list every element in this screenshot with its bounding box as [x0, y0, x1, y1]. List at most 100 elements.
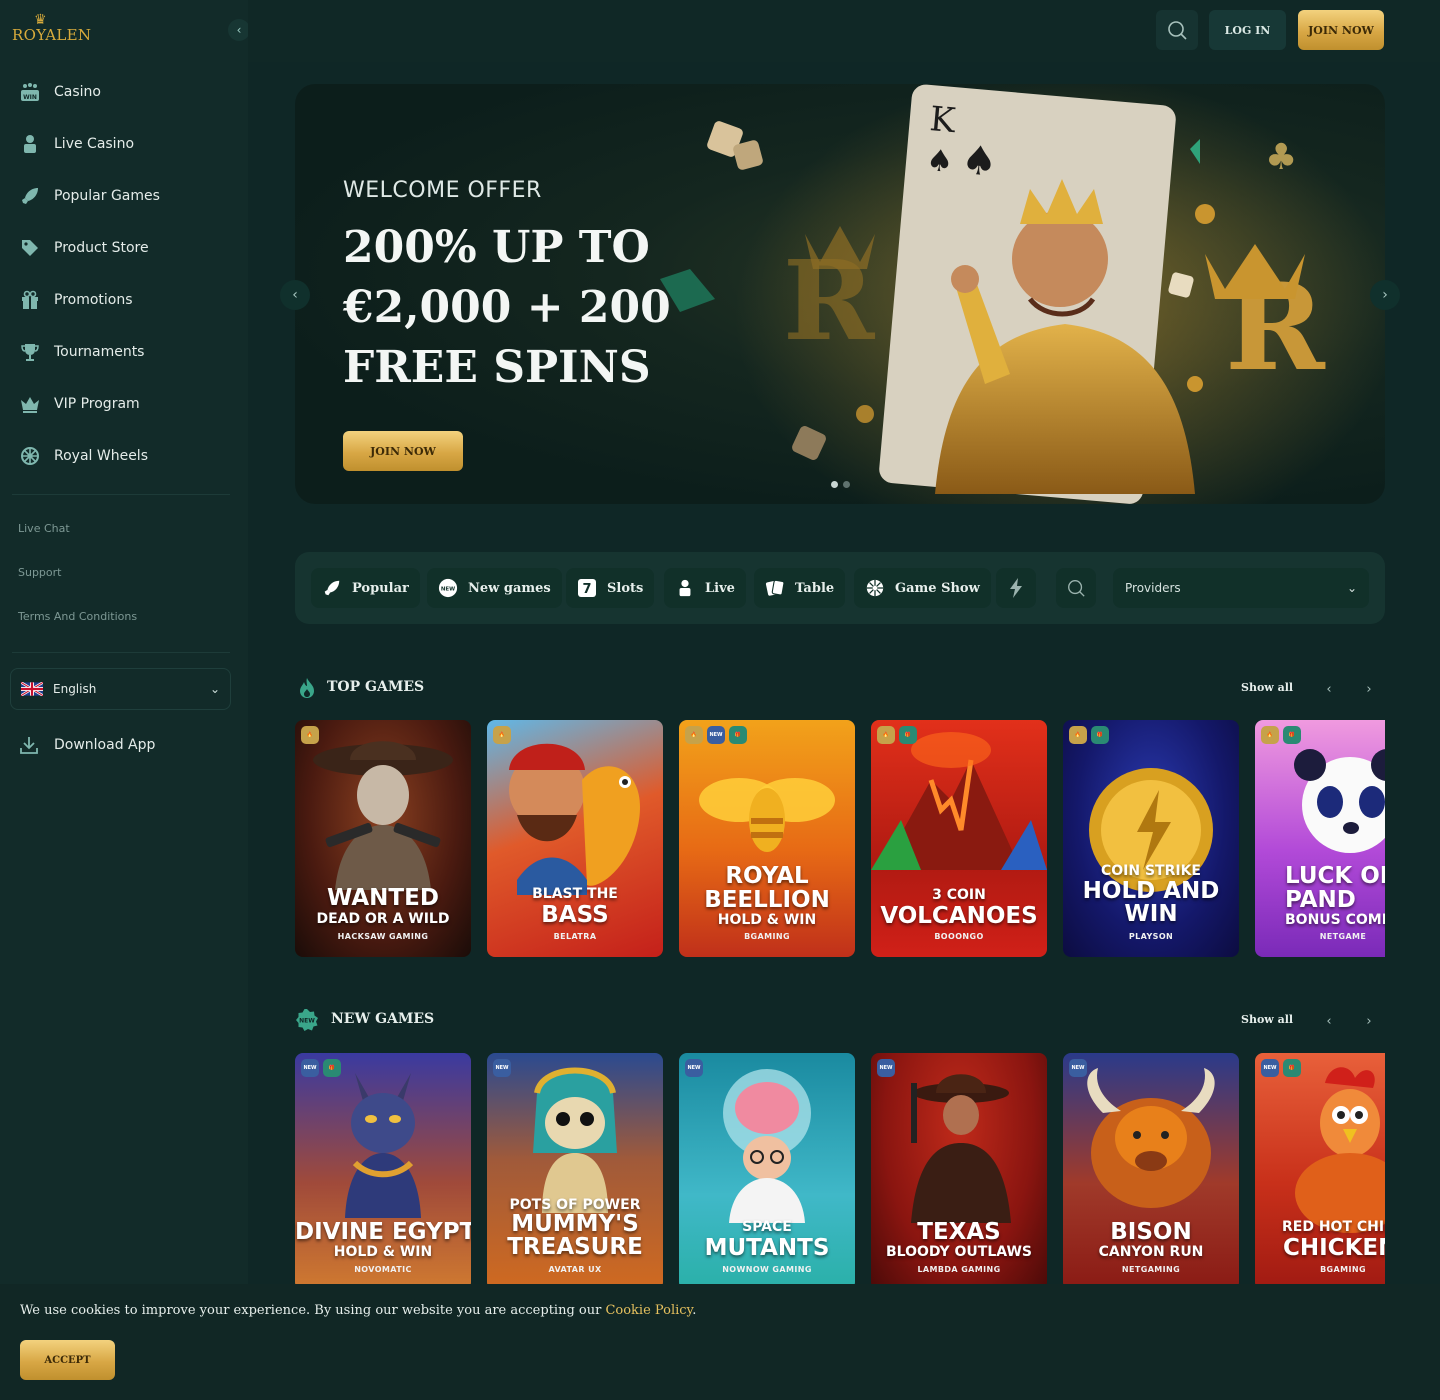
filter-search-button[interactable] — [1056, 568, 1096, 608]
sidebar-item-live-casino[interactable]: Live Casino — [0, 118, 248, 170]
new-games-row: NEW 🎁 DIVINE EGYPT HOLD & WIN NOVOMATIC … — [295, 1053, 1385, 1284]
cookie-policy-link[interactable]: Cookie Policy — [605, 1303, 692, 1318]
new-games-header: NEW NEW GAMES Show all ‹ › — [295, 1008, 1385, 1034]
game-card[interactable]: NEW TEXAS BLOODY OUTLAWS LAMBDA GAMING — [871, 1053, 1047, 1284]
new-badge-icon: NEW — [296, 1009, 318, 1031]
top-games-header: TOP GAMES Show all ‹ › — [295, 676, 1385, 702]
new-games-next[interactable]: › — [1357, 1009, 1381, 1033]
collapse-sidebar-button[interactable]: ‹ — [228, 19, 250, 41]
filter-table[interactable]: Table — [754, 568, 846, 608]
filter-popular[interactable]: Popular — [311, 568, 420, 608]
top-games-prev[interactable]: ‹ — [1317, 677, 1341, 701]
svg-text:WIN: WIN — [23, 94, 37, 101]
game-card[interactable]: 🔥 🎁 3 COIN VOLCANOES BOOONGO — [871, 720, 1047, 957]
hero-join-button[interactable]: JOIN NOW — [343, 431, 463, 471]
login-button[interactable]: LOG IN — [1209, 10, 1286, 50]
flame-icon — [300, 678, 314, 698]
sidebar-item-casino[interactable]: WIN Casino — [0, 66, 248, 118]
search-icon — [1168, 21, 1187, 40]
top-games-next[interactable]: › — [1357, 677, 1381, 701]
header-search-button[interactable] — [1156, 10, 1198, 50]
game-card[interactable]: 🔥 🎁 COIN STRIKE HOLD AND WIN PLAYSON — [1063, 720, 1239, 957]
hero-prev-button[interactable]: ‹ — [280, 280, 310, 310]
sidebar-item-royal-wheels[interactable]: Royal Wheels — [0, 430, 248, 482]
providers-dropdown[interactable]: Providers ⌄ — [1113, 568, 1369, 608]
search-icon — [1068, 580, 1085, 597]
new-badge: NEW — [1261, 1059, 1279, 1077]
chevron-down-icon: ⌄ — [209, 682, 220, 696]
new-games-show-all[interactable]: Show all — [1241, 1013, 1293, 1026]
wheel-icon — [865, 578, 885, 598]
sidebar-item-product-store[interactable]: Product Store — [0, 222, 248, 274]
card-badges: 🔥 🎁 — [877, 726, 917, 744]
game-card[interactable]: 🔥 NEW 🎁 ROYAL BEELLION HOLD & WIN BGAMIN… — [679, 720, 855, 957]
game-card[interactable]: NEW 🎁 DIVINE EGYPT HOLD & WIN NOVOMATIC — [295, 1053, 471, 1284]
hero-kicker: WELCOME OFFER — [343, 178, 542, 203]
top-games-show-all[interactable]: Show all — [1241, 681, 1293, 694]
game-card[interactable]: NEW 🎁 RED HOT CHIL CHICKEN BGAMING — [1255, 1053, 1385, 1284]
gift-badge: 🎁 — [899, 726, 917, 744]
new-games-prev[interactable]: ‹ — [1317, 1009, 1341, 1033]
new-badge: NEW — [877, 1059, 895, 1077]
top-games-row: 🔥 WANTED DEAD OR A WILD HACKSAW GAMING 🔥… — [295, 720, 1385, 957]
slot-seven-icon: 7 — [577, 578, 597, 598]
svg-text:7: 7 — [582, 582, 591, 597]
game-card[interactable]: NEW BISON CANYON RUN NETGAMING — [1063, 1053, 1239, 1284]
card-badges: NEW 🎁 — [1261, 1059, 1301, 1077]
accept-cookies-button[interactable]: ACCEPT — [20, 1340, 115, 1380]
hero-banner[interactable]: K ♠ ♠ R R ♣ WELCOME OFFER 200% UP TO €2,… — [295, 84, 1385, 504]
new-badge: NEW — [1069, 1059, 1087, 1077]
game-card[interactable]: NEW SPACE MUTANTS NOWNOW GAMING — [679, 1053, 855, 1284]
card-badges: 🔥 — [493, 726, 511, 744]
lightning-icon — [1010, 578, 1022, 598]
language-label: English — [53, 682, 97, 696]
terms-link[interactable]: Terms And Conditions — [18, 600, 137, 644]
sidebar-item-tournaments[interactable]: Tournaments — [0, 326, 248, 378]
card-badges: 🔥 🎁 — [1069, 726, 1109, 744]
card-badges: 🔥 🎁 — [1261, 726, 1301, 744]
sidebar-item-promotions[interactable]: Promotions — [0, 274, 248, 326]
download-app-link[interactable]: Download App — [18, 734, 155, 756]
royalen-logo[interactable]: ♛ ROYALEN — [12, 12, 91, 48]
filter-new-games[interactable]: NEW New games — [427, 568, 562, 608]
sidebar: ♛ ROYALEN ‹ WIN Casino Live Casino Popul… — [0, 0, 250, 1400]
join-now-button[interactable]: JOIN NOW — [1298, 10, 1384, 50]
carousel-dot[interactable] — [831, 481, 838, 488]
card-badges: NEW — [493, 1059, 511, 1077]
svg-text:♣: ♣ — [1265, 137, 1297, 178]
sidebar-item-vip-program[interactable]: VIP Program — [0, 378, 248, 430]
filter-slots[interactable]: 7 Slots — [566, 568, 655, 608]
carousel-dot[interactable] — [843, 481, 850, 488]
filter-live[interactable]: Live — [664, 568, 746, 608]
cookie-message: We use cookies to improve your experienc… — [20, 1303, 697, 1318]
hero-headline: 200% UP TO €2,000 + 200 FREE SPINS — [343, 222, 671, 393]
hot-badge: 🔥 — [493, 726, 511, 744]
gift-badge: 🎁 — [323, 1059, 341, 1077]
hot-badge: 🔥 — [1069, 726, 1087, 744]
sidebar-nav: WIN Casino Live Casino Popular Games Pro… — [0, 66, 248, 482]
support-link[interactable]: Support — [18, 556, 137, 600]
hero-next-button[interactable]: › — [1370, 280, 1400, 310]
live-chat-link[interactable]: Live Chat — [18, 512, 137, 556]
dealer-icon — [18, 132, 42, 156]
game-card[interactable]: 🔥 🎁 LUCK OF PAND BONUS COME NETGAME — [1255, 720, 1385, 957]
sidebar-item-popular-games[interactable]: Popular Games — [0, 170, 248, 222]
new-badge: NEW — [685, 1059, 703, 1077]
svg-text:NEW: NEW — [441, 586, 455, 592]
filter-game-show[interactable]: Game Show — [854, 568, 991, 608]
game-card[interactable]: 🔥 BLAST THE BASS BELATRA — [487, 720, 663, 957]
rocket-icon — [322, 578, 342, 598]
hot-badge: 🔥 — [301, 726, 319, 744]
card-badges: 🔥 — [301, 726, 319, 744]
card-badges: 🔥 NEW 🎁 — [685, 726, 747, 744]
gift-icon — [18, 288, 42, 312]
game-card[interactable]: NEW POTS OF POWER MUMMY'S TREASURE AVATA… — [487, 1053, 663, 1284]
gift-badge: 🎁 — [1091, 726, 1109, 744]
sidebar-divider — [12, 494, 230, 495]
language-select[interactable]: English ⌄ — [10, 668, 231, 710]
game-card[interactable]: 🔥 WANTED DEAD OR A WILD HACKSAW GAMING — [295, 720, 471, 957]
svg-text:♠: ♠ — [925, 143, 955, 180]
chevron-left-icon: ‹ — [292, 287, 298, 303]
filter-instant[interactable] — [996, 568, 1036, 608]
gift-badge: 🎁 — [729, 726, 747, 744]
